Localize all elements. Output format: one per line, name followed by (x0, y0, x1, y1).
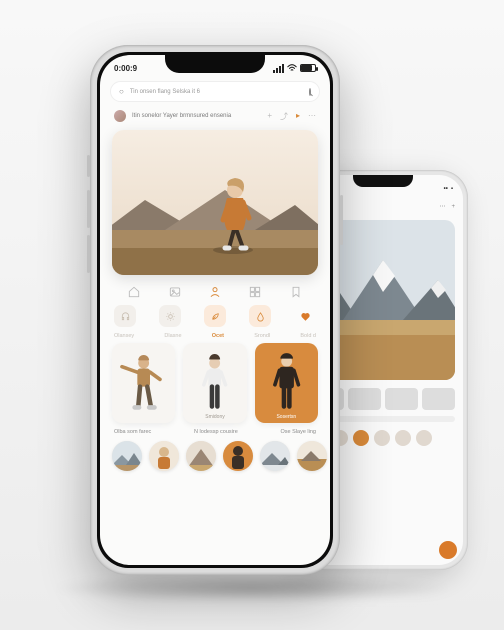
search-bar[interactable]: ○ Tin onsen flang Selska it 6 (110, 81, 320, 102)
card-row: Smidony Sosertsn (112, 343, 318, 423)
stories-row (112, 441, 318, 471)
tab-grid[interactable] (246, 285, 264, 299)
battery-icon (300, 64, 316, 72)
phone2-fab[interactable] (439, 541, 457, 559)
tab-home[interactable] (125, 285, 143, 299)
card-3[interactable]: Sosertsn (255, 343, 318, 423)
story[interactable] (223, 441, 253, 471)
caption-1: N lodessp cousire (194, 429, 238, 435)
phone2-thumb[interactable] (348, 388, 381, 410)
play-icon[interactable]: ▸ (296, 111, 300, 122)
card-1[interactable] (112, 343, 175, 423)
story[interactable] (112, 441, 142, 471)
search-icon[interactable] (309, 88, 311, 96)
primary-phone: 0:00:9 ○ Tin onsen flang Selska it 6 Iti… (90, 45, 340, 575)
cat-1[interactable]: Dlasne (164, 333, 181, 339)
story[interactable] (297, 441, 327, 471)
quick-actions (114, 305, 316, 327)
cat-0[interactable]: Olansey (114, 333, 134, 339)
phone2-thumb[interactable] (385, 388, 418, 410)
quick-like[interactable] (294, 305, 316, 327)
phone2-thumb[interactable] (422, 388, 455, 410)
subheader-text: Itin sonelor Yayer brmnsured ensenia (132, 113, 231, 119)
tab-gallery[interactable] (166, 285, 184, 299)
quick-headphones[interactable] (114, 305, 136, 327)
search-placeholder: Tin onsen flang Selska it 6 (130, 89, 200, 95)
signal-icon (273, 64, 284, 73)
story[interactable] (260, 441, 290, 471)
share-icon[interactable]: ⤴ (280, 111, 288, 122)
card-3-caption: Sosertsn (255, 414, 318, 420)
cat-2[interactable]: Ocet (212, 333, 224, 339)
caption-0: Olba som farec (114, 429, 151, 435)
card-captions: Olba som farec N lodessp cousire Ose Sla… (114, 429, 316, 435)
cat-4[interactable]: Bold d (300, 333, 316, 339)
caption-2: Ose Slaye ling (281, 429, 316, 435)
hero-image[interactable] (112, 130, 318, 275)
quick-drop[interactable] (249, 305, 271, 327)
status-time: 0:00:9 (114, 64, 137, 73)
wifi-icon (287, 64, 297, 72)
tab-bar (114, 285, 316, 299)
plus-icon[interactable]: + (267, 111, 272, 122)
story[interactable] (186, 441, 216, 471)
story[interactable] (149, 441, 179, 471)
avatar[interactable] (114, 110, 126, 122)
more-icon[interactable]: ⋯ (308, 111, 316, 122)
card-2[interactable]: Smidony (183, 343, 246, 423)
subheader: Itin sonelor Yayer brmnsured ensenia + ⤴… (100, 106, 330, 126)
card-2-caption: Smidony (183, 414, 246, 420)
category-row: Olansey Dlasne Ocet Srondl Bold d (114, 333, 316, 339)
quick-sun[interactable] (159, 305, 181, 327)
tab-profile[interactable] (206, 285, 224, 299)
quick-leaf[interactable] (204, 305, 226, 327)
tab-bookmark[interactable] (287, 285, 305, 299)
cat-3[interactable]: Srondl (254, 333, 270, 339)
